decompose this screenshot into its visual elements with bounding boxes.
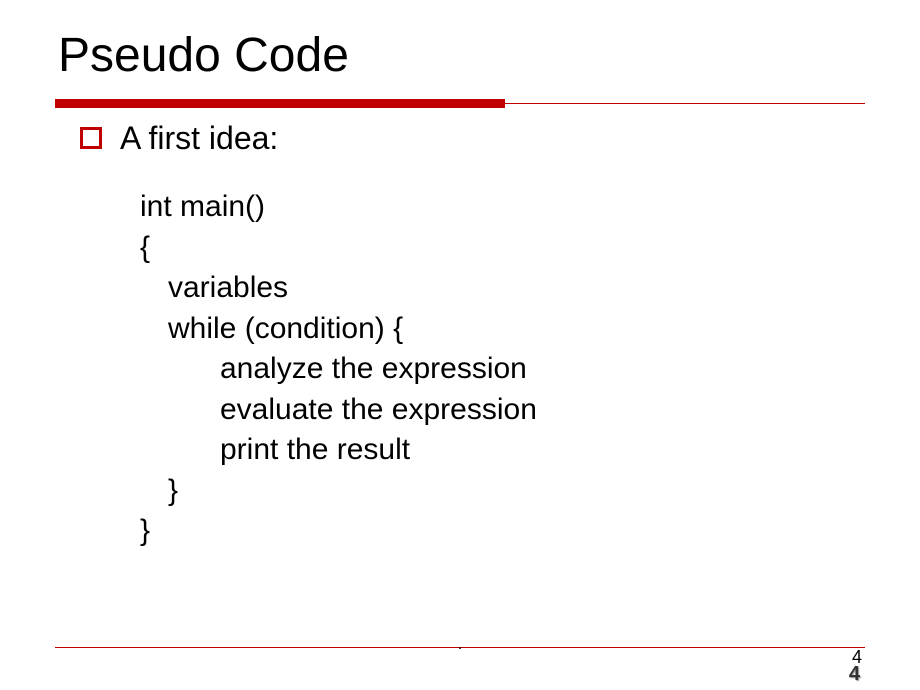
bullet-text: A first idea: <box>120 120 278 157</box>
square-bullet-icon <box>80 127 102 149</box>
code-line: } <box>140 511 920 552</box>
code-line: while (condition) { <box>140 309 920 350</box>
code-line: variables <box>140 268 920 309</box>
divider-thick-bar <box>55 99 505 108</box>
footer-dot: . <box>458 636 462 654</box>
bullet-item: A first idea: <box>0 108 920 157</box>
code-line: print the result <box>140 430 920 471</box>
pseudocode-block: int main() { variables while (condition)… <box>0 157 920 552</box>
code-line: evaluate the expression <box>140 390 920 431</box>
code-line: int main() <box>140 187 920 228</box>
code-line: { <box>140 228 920 269</box>
page-number-shadow: 4 <box>849 663 860 686</box>
code-line: analyze the expression <box>140 349 920 390</box>
code-line: } <box>140 471 920 512</box>
title-divider <box>55 99 865 108</box>
slide-title: Pseudo Code <box>0 0 920 83</box>
